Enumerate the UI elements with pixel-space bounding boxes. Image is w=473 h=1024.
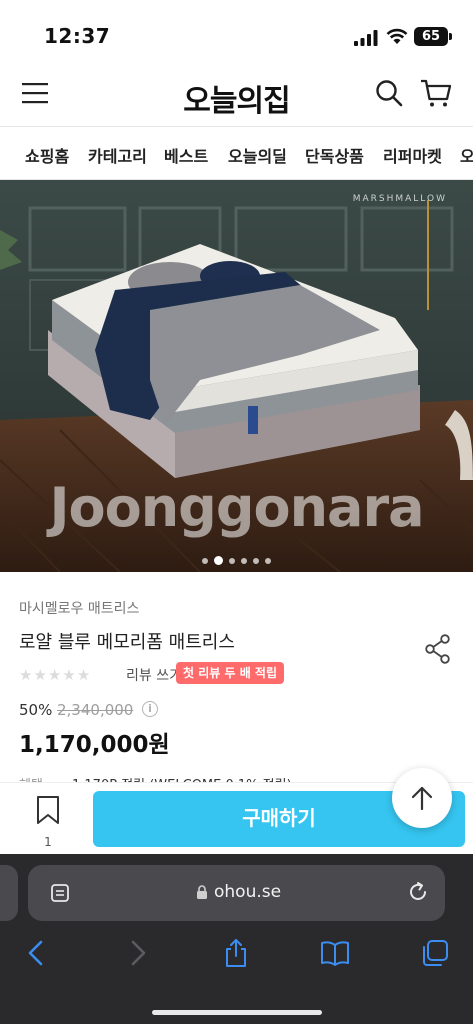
home-indicator [152, 1010, 322, 1015]
share-icon[interactable] [424, 634, 452, 664]
rating-stars: ★★★★★ [19, 665, 91, 684]
star-icon: ★ [33, 666, 47, 684]
carousel-dot[interactable] [229, 557, 235, 564]
carousel-dot[interactable] [265, 557, 271, 564]
cart-icon[interactable] [420, 78, 452, 108]
star-icon: ★ [76, 666, 91, 684]
carousel-dot[interactable] [241, 557, 247, 564]
url-text[interactable]: ohou.se [214, 882, 281, 902]
review-promo-badge: 첫 리뷰 두 배 적립 [176, 662, 284, 684]
brand-name[interactable]: 마시멜로우 매트리스 [19, 598, 139, 618]
nav-item-refurb-market[interactable]: 리퍼마켓 [383, 143, 442, 167]
forward-icon[interactable] [122, 938, 152, 968]
reload-icon[interactable] [406, 880, 430, 904]
price-info-icon[interactable]: i [142, 701, 158, 717]
star-icon: ★ [19, 666, 33, 684]
product-image-carousel[interactable]: MARSHMALLOW Joonggonara [0, 180, 473, 572]
nav-item-shopping-home[interactable]: 쇼핑홈 [25, 143, 69, 167]
product-name: 로얄 블루 메모리폼 매트리스 [19, 632, 235, 653]
carousel-dot[interactable] [253, 557, 259, 564]
carousel-dot[interactable] [202, 557, 208, 564]
previous-tab-preview[interactable] [0, 865, 18, 921]
back-icon[interactable] [22, 938, 52, 968]
watermark-text: Joonggonara [49, 476, 424, 539]
search-icon[interactable] [374, 78, 404, 108]
brand-tag-text: MARSHMALLOW [352, 194, 447, 204]
discount-rate: 50% [19, 701, 53, 719]
status-time: 12:37 [44, 24, 111, 48]
star-icon: ★ [47, 666, 62, 684]
scroll-top-button[interactable] [392, 768, 452, 828]
original-price: 2,340,000 [57, 701, 134, 719]
nav-item-best[interactable]: 베스트 [164, 143, 208, 167]
nav-item-exclusive[interactable]: 단독상품 [305, 143, 364, 167]
bookmark-icon[interactable] [34, 795, 62, 825]
category-nav: 쇼핑홈 카테고리 베스트 오늘의딜 단독상품 리퍼마켓 오 [0, 126, 473, 180]
browser-toolbar: ohou.se [0, 854, 473, 1024]
address-bar[interactable]: ohou.se [28, 865, 445, 921]
battery-icon: 65 [414, 27, 452, 46]
lock-icon [197, 885, 207, 899]
share-sheet-icon[interactable] [221, 938, 251, 968]
product-info: 마시멜로우 매트리스 로얄 블루 메모리폼 매트리스 ★★★★★ 리뷰 쓰기 첫… [0, 572, 473, 793]
cellular-signal-icon [354, 30, 378, 46]
tabs-icon[interactable] [420, 938, 450, 968]
nav-item-more[interactable]: 오 [460, 143, 473, 167]
star-icon: ★ [62, 666, 76, 684]
sale-price: 1,170,000원 [19, 732, 170, 758]
nav-item-category[interactable]: 카테고리 [88, 143, 147, 167]
app-header: 오늘의집 [0, 62, 473, 126]
bookmark-count: 1 [44, 835, 52, 849]
nav-item-today-deal[interactable]: 오늘의딜 [228, 143, 287, 167]
status-bar: 12:37 65 [0, 0, 473, 62]
page-menu-icon[interactable] [50, 882, 72, 904]
write-review-link[interactable]: 리뷰 쓰기 [126, 665, 182, 685]
carousel-dot-active[interactable] [214, 556, 223, 565]
wifi-icon [386, 28, 408, 44]
arrow-up-icon [411, 786, 433, 811]
bookmarks-icon[interactable] [320, 938, 350, 968]
carousel-indicator [0, 550, 473, 569]
